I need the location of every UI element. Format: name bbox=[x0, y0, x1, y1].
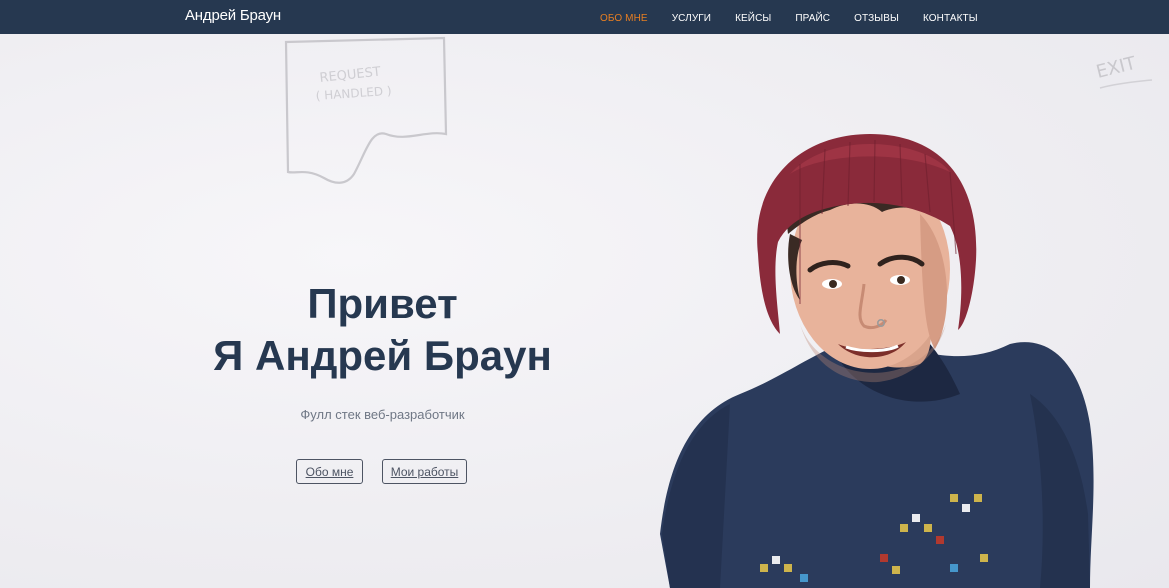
nav-link-contacts[interactable]: КОНТАКТЫ bbox=[923, 13, 978, 24]
nav-item-cases: КЕЙСЫ bbox=[735, 8, 771, 26]
nav-link-services[interactable]: УСЛУГИ bbox=[672, 13, 711, 24]
nav-link-about[interactable]: ОБО МНЕ bbox=[600, 13, 648, 24]
svg-text:REQUEST: REQUEST bbox=[319, 65, 382, 86]
nav-item-contacts: КОНТАКТЫ bbox=[923, 8, 978, 26]
hero-title-line1: Привет bbox=[307, 280, 458, 327]
nav-link-pricing[interactable]: ПРАЙС bbox=[795, 13, 830, 24]
my-works-button[interactable]: Мои работы bbox=[382, 459, 467, 484]
nav-item-pricing: ПРАЙС bbox=[795, 8, 830, 26]
exit-note-text: EXIT bbox=[1094, 53, 1139, 83]
whiteboard-exit-note: EXIT bbox=[1094, 53, 1153, 89]
hero-title-line2: Я Андрей Браун bbox=[213, 332, 552, 379]
svg-text:( HANDLED ): ( HANDLED ) bbox=[315, 84, 392, 103]
nav-item-about: ОБО МНЕ bbox=[600, 8, 648, 26]
nav-item-reviews: ОТЗЫВЫ bbox=[854, 8, 899, 26]
nav-item-services: УСЛУГИ bbox=[672, 8, 711, 26]
nav-link-reviews[interactable]: ОТЗЫВЫ bbox=[854, 13, 899, 24]
about-me-button[interactable]: Обо мне bbox=[296, 459, 363, 484]
hero-portrait bbox=[660, 134, 1094, 588]
hero-title: Привет Я Андрей Браун bbox=[160, 278, 605, 382]
hero-section: REQUEST ( HANDLED ) EXIT Привет Я Андрей… bbox=[0, 34, 1169, 588]
brand-logo[interactable]: Андрей Браун bbox=[185, 7, 281, 24]
hero-subtitle: Фулл стек веб-разработчик bbox=[300, 407, 465, 422]
top-navbar: Андрей Браун ОБО МНЕ УСЛУГИ КЕЙСЫ ПРАЙС … bbox=[0, 0, 1169, 34]
whiteboard-sketch: REQUEST ( HANDLED ) bbox=[284, 36, 448, 184]
nav-menu: ОБО МНЕ УСЛУГИ КЕЙСЫ ПРАЙС ОТЗЫВЫ КОНТАК… bbox=[600, 0, 1002, 34]
nav-link-cases[interactable]: КЕЙСЫ bbox=[735, 13, 771, 24]
